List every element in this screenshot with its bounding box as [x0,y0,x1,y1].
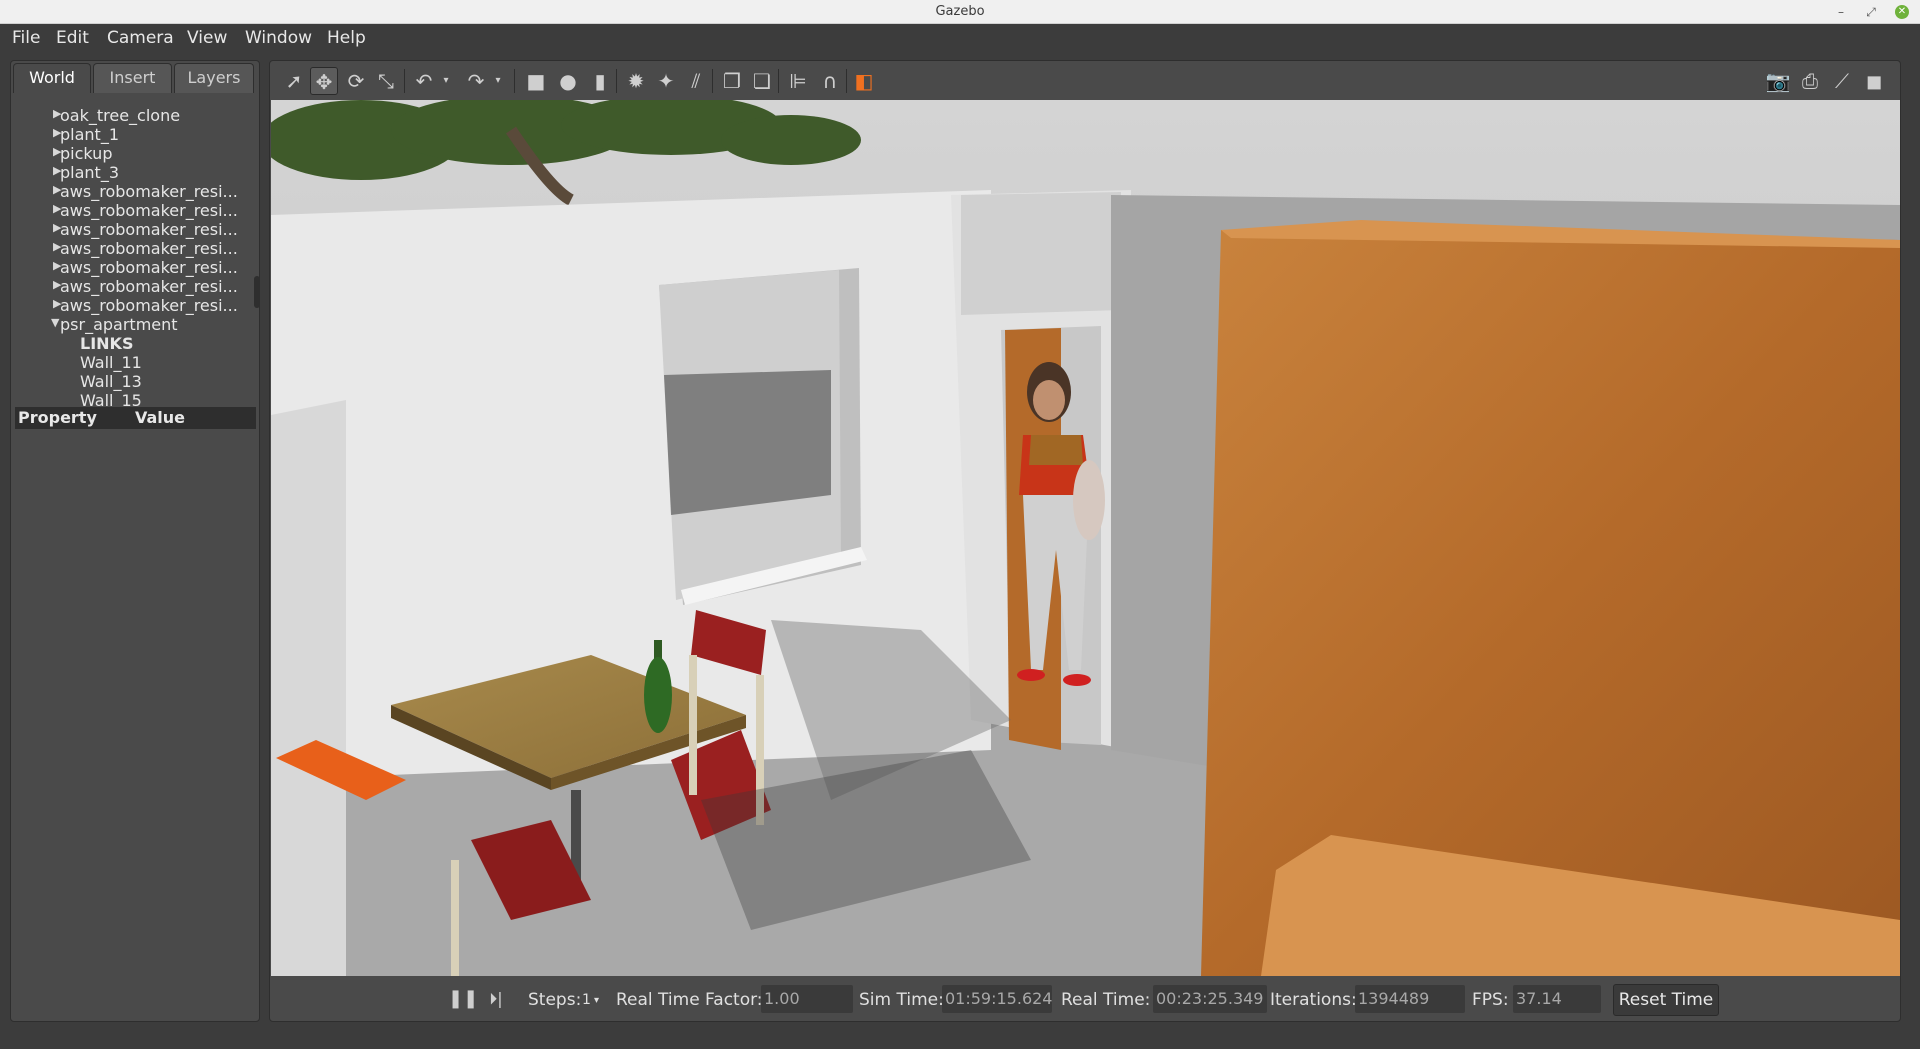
screenshot-icon[interactable]: 📷 [1764,67,1792,95]
tree-scrollbar[interactable] [254,276,260,308]
menu-bar: File Edit Camera View Window Help [0,24,1920,52]
box-icon[interactable]: ■ [522,67,550,95]
steps-label: Steps: [528,990,582,1010]
tree-item[interactable]: ▶ aws_robomaker_resi... [13,182,257,202]
tree-item-links[interactable]: LINKS [13,334,257,354]
value-column-header: Value [135,408,186,427]
sim-time-label: Sim Time: [859,990,944,1010]
select-arrow-icon[interactable]: ➚ [280,67,308,95]
render-window: ➚ ✥ ⟳ ⤡ ↶ ▾ ↷ ▾ ■ ● ▮ ✹ ✦ ⫽ ❐ ❏ ⊫ ∩ ◧ 📷 … [269,60,1901,1022]
tab-world[interactable]: World [13,63,91,93]
redo-icon[interactable]: ↷ [462,67,490,95]
scale-icon[interactable]: ⤡ [372,67,400,95]
tree-item[interactable]: ▶ pickup [13,144,257,164]
tree-item[interactable]: ▶ plant_1 [13,125,257,145]
magnet-icon[interactable]: ∩ [816,67,844,95]
tree-item[interactable]: ▶ oak_tree_clone [13,106,257,126]
copy-icon[interactable]: ❐ [718,67,746,95]
log-icon[interactable]: ⎙ [1796,67,1824,95]
video-icon[interactable]: ◼ [1860,67,1888,95]
tree-item[interactable]: Wall_13 [13,372,257,392]
toolbar: ➚ ✥ ⟳ ⤡ ↶ ▾ ↷ ▾ ■ ● ▮ ✹ ✦ ⫽ ❐ ❏ ⊫ ∩ ◧ 📷 … [270,61,1900,99]
3d-scene-viewport[interactable] [271,100,1900,976]
view-angle-icon[interactable]: ◧ [850,67,878,95]
scene-render [271,100,1900,976]
tab-layers[interactable]: Layers [174,63,254,93]
menu-edit[interactable]: Edit [56,28,89,48]
sphere-icon[interactable]: ● [554,67,582,95]
iterations-label: Iterations: [1270,990,1357,1010]
window-titlebar: Gazebo – ⤢ ✕ [0,0,1920,24]
undo-icon[interactable]: ↶ [410,67,438,95]
tree-item[interactable]: ▶ aws_robomaker_resi... [13,277,257,297]
window-title: Gazebo [935,4,985,19]
menu-file[interactable]: File [12,28,40,48]
plot-icon[interactable]: ⟋ [1828,67,1856,95]
time-panel: ❚❚ ⏵| Steps: 1 ▾ Real Time Factor: 1.00 … [270,977,1900,1021]
close-icon[interactable]: ✕ [1895,5,1909,19]
tree-item[interactable]: ▶ plant_3 [13,163,257,183]
directional-light-icon[interactable]: ⫽ [682,67,710,95]
real-time-label: Real Time: [1061,990,1151,1010]
redo-history-icon[interactable]: ▾ [492,67,504,95]
fps-label: FPS: [1472,990,1509,1010]
tree-item[interactable]: ▶ aws_robomaker_resi... [13,220,257,240]
status-bar [0,1022,1920,1049]
paste-icon[interactable]: ❏ [748,67,776,95]
point-light-icon[interactable]: ✹ [622,67,650,95]
fps-value: 37.14 [1513,985,1601,1013]
tree-item[interactable]: ▶ aws_robomaker_resi... [13,258,257,278]
rotate-icon[interactable]: ⟳ [342,67,370,95]
pause-icon[interactable]: ❚❚ [448,985,478,1013]
property-column-header: Property [18,408,97,427]
world-panel: World Insert Layers ▶ oak_tree_clone ▶ pla… [10,60,260,1022]
cylinder-icon[interactable]: ▮ [586,67,614,95]
tree-item-psr-apartment[interactable]: ▼ psr_apartment [13,315,257,335]
menu-camera[interactable]: Camera [107,28,174,48]
panel-tabs: World Insert Layers [11,61,261,93]
menu-window[interactable]: Window [245,28,312,48]
tab-insert[interactable]: Insert [93,63,172,93]
reset-time-button[interactable]: Reset Time [1613,984,1719,1016]
align-icon[interactable]: ⊫ [784,67,812,95]
restore-icon[interactable]: ⤢ [1862,3,1880,21]
steps-value[interactable]: 1 [582,992,591,1008]
sim-time-value: 01:59:15.624 [942,985,1052,1013]
steps-dropdown-icon[interactable]: ▾ [594,995,599,1006]
tree-item[interactable]: ▶ aws_robomaker_resi... [13,296,257,316]
menu-view[interactable]: View [187,28,227,48]
menu-help[interactable]: Help [327,28,366,48]
iterations-value: 1394489 [1355,985,1465,1013]
tree-item[interactable]: ▶ aws_robomaker_resi... [13,239,257,259]
minimize-icon[interactable]: – [1832,3,1850,21]
property-table-header: Property Value [15,407,256,429]
real-time-value: 00:23:25.349 [1153,985,1267,1013]
tree-item[interactable]: ▶ aws_robomaker_resi... [13,201,257,221]
spot-light-icon[interactable]: ✦ [652,67,680,95]
rtf-value: 1.00 [761,985,853,1013]
translate-icon[interactable]: ✥ [310,67,338,95]
undo-history-icon[interactable]: ▾ [440,67,452,95]
step-icon[interactable]: ⏵| [482,985,510,1013]
tree-item[interactable]: Wall_11 [13,353,257,373]
rtf-label: Real Time Factor: [616,990,763,1010]
